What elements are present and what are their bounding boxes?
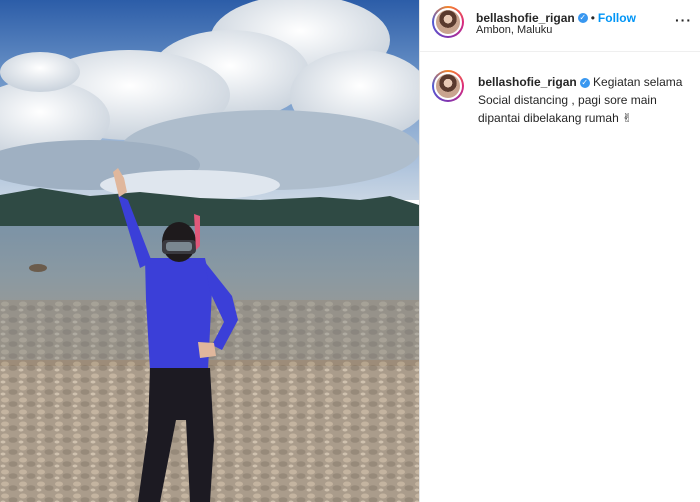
avatar-image (434, 72, 462, 100)
caption-avatar[interactable] (432, 70, 464, 102)
photo-image (0, 0, 419, 502)
post-side-panel: bellashofie_rigan ✓ • Follow Ambon, Maluku … (420, 0, 700, 502)
header-username[interactable]: bellashofie_rigan (476, 11, 575, 25)
victory-hand-icon: ✌ (622, 111, 633, 125)
more-options-icon[interactable]: ··· (675, 12, 692, 28)
caption-line-3: dipantai dibelakang rumah (478, 111, 619, 125)
caption-line-1: Kegiatan selama (593, 75, 683, 89)
post-location[interactable]: Ambon, Maluku (476, 24, 552, 36)
verified-badge-icon: ✓ (579, 77, 590, 88)
post-header: bellashofie_rigan ✓ • Follow Ambon, Maluku … (420, 0, 700, 52)
verified-badge-icon: ✓ (577, 12, 588, 23)
post-photo[interactable] (0, 0, 419, 502)
caption-username[interactable]: bellashofie_rigan (478, 75, 577, 89)
caption-line-2: Social distancing , pagi sore main (478, 93, 657, 107)
caption-text: bellashofie_rigan ✓ Kegiatan selama Socia… (478, 73, 690, 127)
follow-button[interactable]: Follow (598, 11, 636, 25)
avatar-image (434, 8, 462, 36)
separator-dot: • (590, 11, 595, 25)
header-avatar[interactable] (432, 6, 464, 38)
